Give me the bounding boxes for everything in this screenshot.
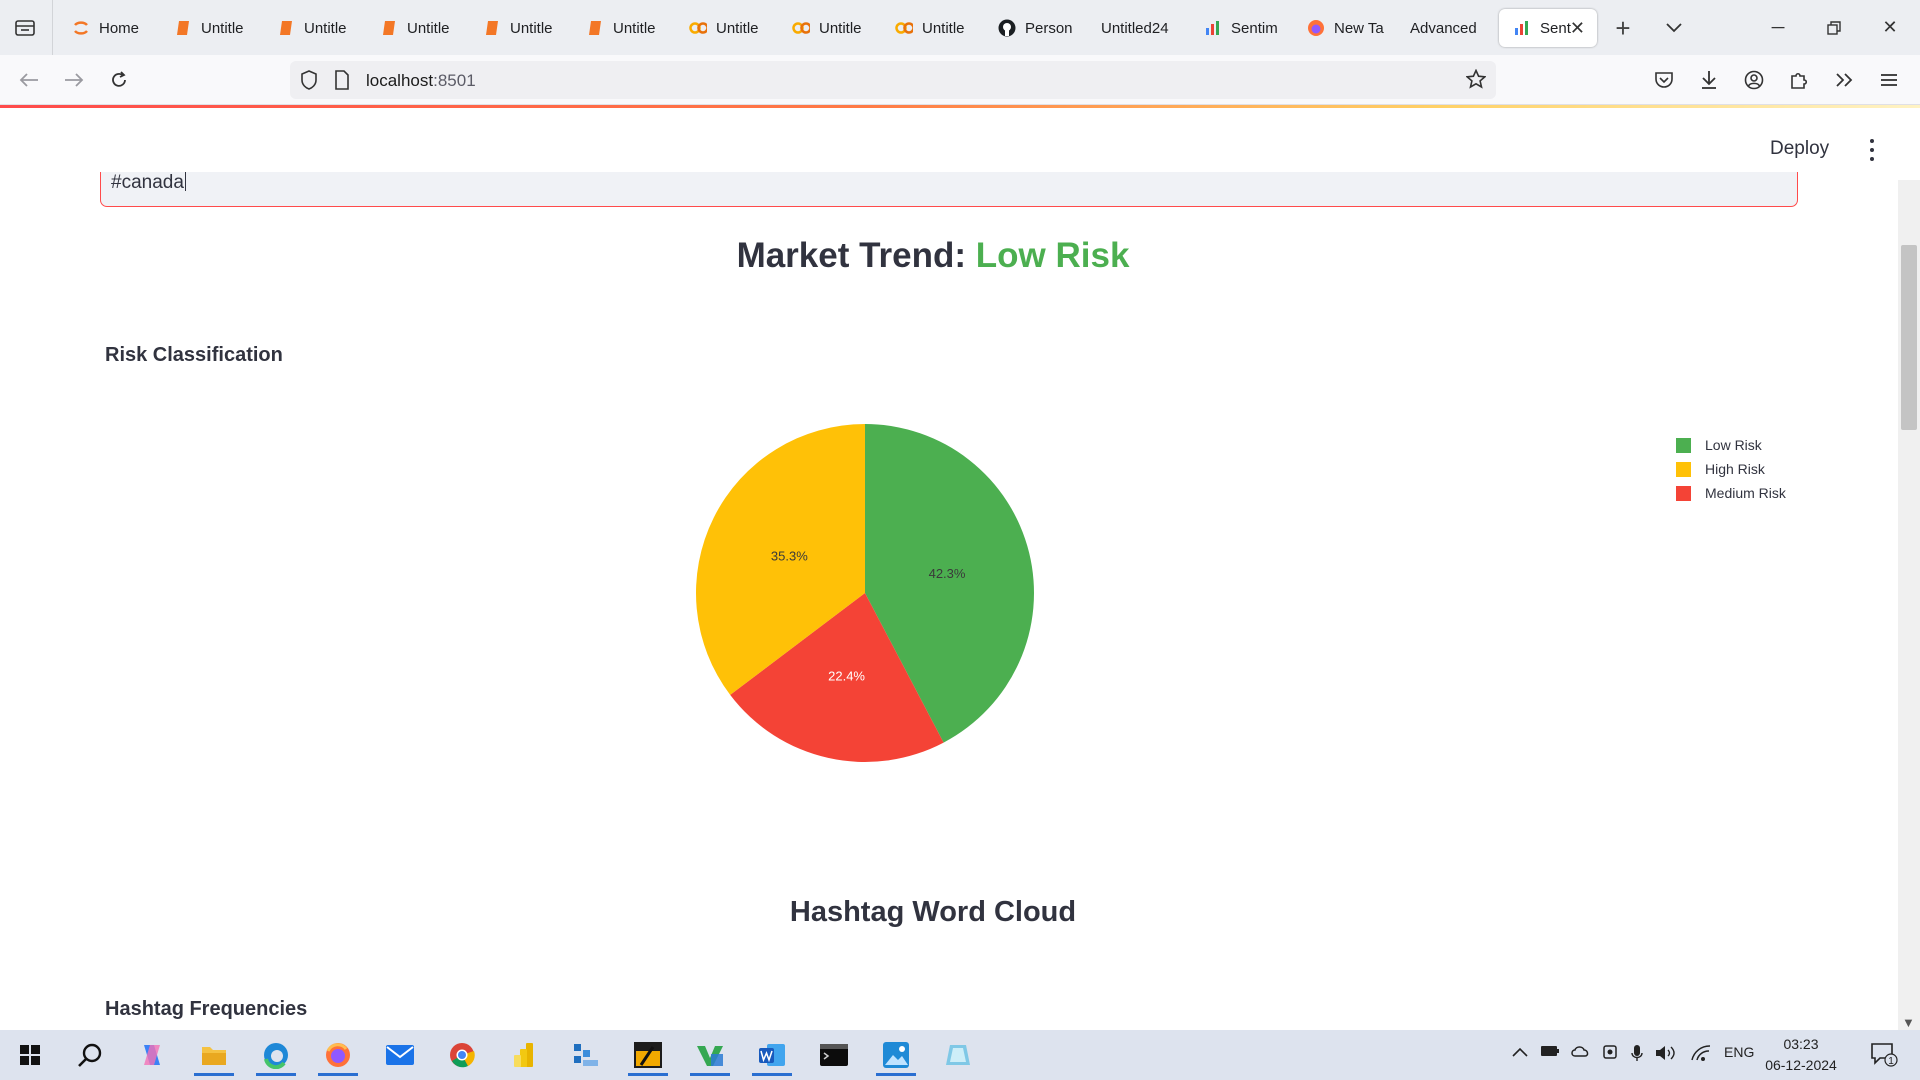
taskbar-photos[interactable] xyxy=(872,1034,920,1076)
taskbar-x64-app[interactable] xyxy=(624,1034,672,1076)
taskbar-edge[interactable] xyxy=(252,1034,300,1076)
pie-data-label: 42.3% xyxy=(929,566,966,581)
edge-icon xyxy=(264,1043,288,1069)
notification-center-icon[interactable]: 1 xyxy=(1870,1040,1898,1072)
hashtag-frequencies-heading: Hashtag Frequencies xyxy=(105,998,308,1020)
photos-icon xyxy=(883,1042,909,1068)
pie-data-label: 22.4% xyxy=(828,668,865,683)
risk-pie-chart: 42.3% 22.4% 35.3% xyxy=(696,424,1034,762)
clock-time: 03:23 xyxy=(1783,1036,1819,1052)
word-icon xyxy=(759,1044,785,1066)
scroll-down-arrow-icon[interactable]: ▼ xyxy=(1902,1015,1915,1030)
legend-label: High Risk xyxy=(1705,461,1765,477)
legend-swatch xyxy=(1676,437,1691,453)
x64-app-icon xyxy=(634,1042,662,1068)
glass-app-icon xyxy=(946,1045,970,1065)
notification-count: 1 xyxy=(1888,1056,1894,1067)
scrollbar-thumb[interactable] xyxy=(1901,245,1917,430)
taskbar-terminal[interactable] xyxy=(810,1034,858,1076)
chrome-icon xyxy=(450,1043,475,1068)
camera-icon[interactable] xyxy=(1602,1044,1620,1064)
page-scrollbar[interactable]: ▼ xyxy=(1898,180,1920,1030)
windows-logo-icon xyxy=(20,1045,40,1065)
mail-icon xyxy=(386,1045,414,1065)
windows-taskbar: ENG 03:23 06-12-2024 1 xyxy=(0,1030,1920,1080)
copilot-icon xyxy=(144,1045,160,1065)
word-cloud-title: Hashtag Word Cloud xyxy=(789,896,1077,928)
taskbar-app-blocks[interactable] xyxy=(562,1034,610,1076)
taskbar-copilot[interactable] xyxy=(128,1034,176,1076)
legend-swatch xyxy=(1676,461,1691,477)
vs-app-icon xyxy=(697,1046,723,1066)
clock-date: 06-12-2024 xyxy=(1765,1057,1837,1073)
volume-icon[interactable] xyxy=(1654,1044,1676,1066)
start-button[interactable] xyxy=(6,1034,54,1076)
legend-swatch xyxy=(1676,485,1691,501)
search-button[interactable] xyxy=(66,1034,114,1076)
blocks-app-icon xyxy=(574,1044,598,1066)
legend-item[interactable]: High Risk xyxy=(1676,457,1786,481)
taskbar-mail[interactable] xyxy=(376,1034,424,1076)
power-bi-icon xyxy=(514,1043,533,1067)
microphone-icon[interactable] xyxy=(1630,1044,1644,1066)
folder-icon xyxy=(202,1047,226,1065)
wifi-icon[interactable] xyxy=(1690,1044,1712,1066)
legend-item[interactable]: Low Risk xyxy=(1676,433,1786,457)
legend-label: Medium Risk xyxy=(1705,485,1786,501)
taskbar-app-glass[interactable] xyxy=(934,1034,982,1076)
taskbar-word[interactable] xyxy=(748,1034,796,1076)
taskbar-visual-studio[interactable] xyxy=(686,1034,734,1076)
taskbar-chrome[interactable] xyxy=(438,1034,486,1076)
taskbar-clock[interactable]: 03:23 06-12-2024 xyxy=(1746,1034,1856,1076)
legend-item[interactable]: Medium Risk xyxy=(1676,481,1786,505)
pie-data-label: 35.3% xyxy=(771,548,808,563)
taskbar-power-bi[interactable] xyxy=(500,1034,548,1076)
show-hidden-icons-icon[interactable] xyxy=(1512,1044,1528,1061)
battery-icon[interactable] xyxy=(1540,1044,1560,1062)
legend-label: Low Risk xyxy=(1705,437,1762,453)
onedrive-sync-icon[interactable] xyxy=(1570,1044,1592,1064)
taskbar-firefox[interactable] xyxy=(314,1034,362,1076)
chart-legend: Low Risk High Risk Medium Risk xyxy=(1676,433,1786,505)
search-icon xyxy=(78,1043,102,1067)
firefox-icon xyxy=(326,1043,350,1067)
terminal-icon xyxy=(820,1044,848,1066)
taskbar-file-explorer[interactable] xyxy=(190,1034,238,1076)
